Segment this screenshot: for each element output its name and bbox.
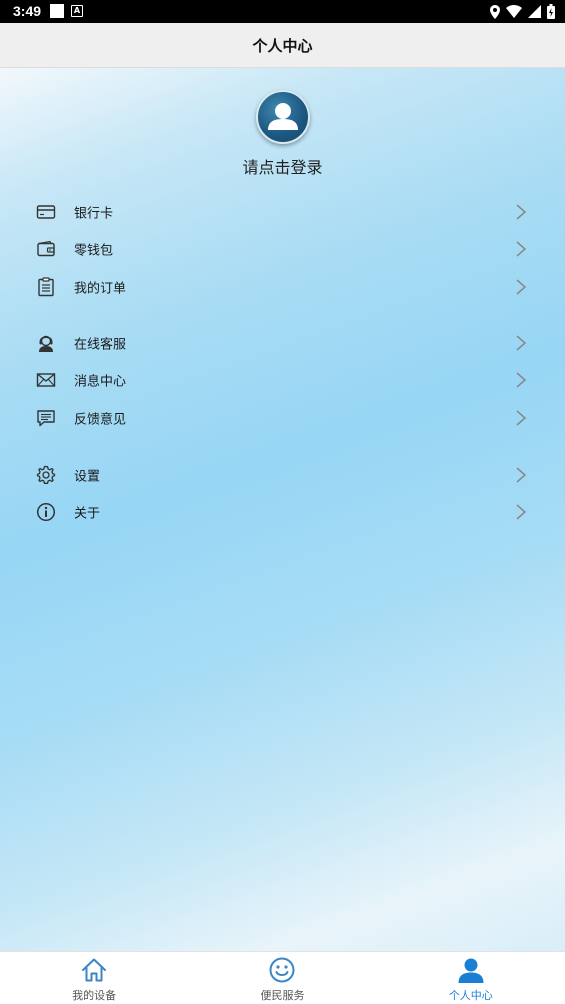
bottom-nav: 我的设备 便民服务 个人中心 <box>0 951 565 1004</box>
nav-tab-my-devices[interactable]: 我的设备 <box>0 952 188 1004</box>
menu-item-feedback[interactable]: 反馈意见 <box>0 399 565 437</box>
chevron-right-icon <box>516 372 527 388</box>
status-icons <box>490 3 555 20</box>
location-icon <box>490 4 500 19</box>
menu-group-system: 设置 关于 <box>0 456 565 531</box>
nav-tab-personal-center[interactable]: 个人中心 <box>377 952 565 1004</box>
menu-label: 反馈意见 <box>74 412 127 428</box>
wifi-icon <box>506 5 522 18</box>
personal-center-content: 请点击登录 银行卡 零钱包 我的订单 在线客服 消息中心 反馈意见 设置 关于 <box>0 68 565 951</box>
menu-label: 设置 <box>74 469 101 485</box>
menu-label: 我的订单 <box>74 281 127 297</box>
notification-a-icon: A <box>71 5 83 17</box>
menu-item-about[interactable]: 关于 <box>0 494 565 532</box>
menu-group-service: 在线客服 消息中心 反馈意见 <box>0 324 565 437</box>
nav-label: 个人中心 <box>448 989 493 1002</box>
menu-label: 消息中心 <box>74 374 127 390</box>
customer-service-icon <box>39 335 53 352</box>
notification-square-icon <box>50 4 64 18</box>
home-icon <box>82 958 107 982</box>
menu-item-bank-card[interactable]: 银行卡 <box>0 193 565 231</box>
menu-item-my-orders[interactable]: 我的订单 <box>0 268 565 306</box>
avatar-person-icon <box>267 103 298 130</box>
feedback-chat-icon <box>37 410 55 427</box>
page-title: 个人中心 <box>252 36 313 55</box>
avatar[interactable] <box>255 90 310 144</box>
status-time: 3:49 <box>13 3 42 19</box>
battery-icon <box>547 4 555 19</box>
profile-section[interactable]: 请点击登录 <box>0 90 565 178</box>
chevron-right-icon <box>516 204 527 220</box>
envelope-icon <box>36 373 56 388</box>
nav-label: 我的设备 <box>72 989 117 1002</box>
chevron-right-icon <box>516 467 527 483</box>
login-prompt[interactable]: 请点击登录 <box>0 154 565 178</box>
menu-label: 在线客服 <box>74 337 127 353</box>
nav-tab-convenience-services[interactable]: 便民服务 <box>188 952 376 1004</box>
menu-item-online-service[interactable]: 在线客服 <box>0 324 565 362</box>
chevron-right-icon <box>516 279 527 295</box>
order-clipboard-icon <box>38 277 54 297</box>
chevron-right-icon <box>516 504 527 520</box>
menu-group-wallet: 银行卡 零钱包 我的订单 <box>0 193 565 306</box>
menu-item-message-center[interactable]: 消息中心 <box>0 362 565 400</box>
chevron-right-icon <box>516 335 527 351</box>
smiley-icon <box>269 957 295 983</box>
signal-icon <box>528 5 541 18</box>
menu-label: 零钱包 <box>74 243 114 259</box>
gear-icon <box>36 465 56 484</box>
bank-card-icon <box>36 205 56 219</box>
person-icon <box>458 958 484 983</box>
status-bar: 3:49 A <box>0 0 565 23</box>
title-bar: 个人中心 <box>0 23 565 68</box>
menu-item-wallet[interactable]: 零钱包 <box>0 231 565 269</box>
menu-label: 银行卡 <box>74 206 114 222</box>
menu-label: 关于 <box>74 506 101 522</box>
wallet-icon <box>37 241 55 257</box>
info-icon <box>36 503 56 522</box>
chevron-right-icon <box>516 241 527 257</box>
chevron-right-icon <box>516 410 527 426</box>
nav-label: 便民服务 <box>260 989 305 1002</box>
menu-item-settings[interactable]: 设置 <box>0 456 565 494</box>
